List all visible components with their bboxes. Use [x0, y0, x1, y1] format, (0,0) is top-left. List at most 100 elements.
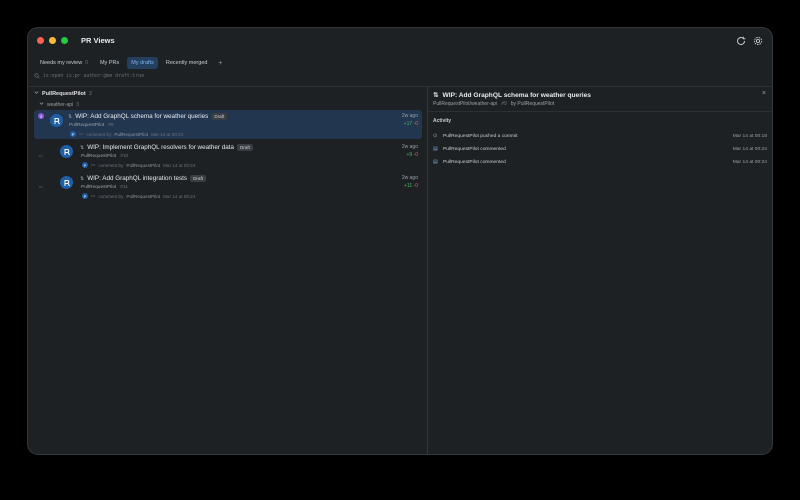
chevron-down-icon: [39, 101, 44, 108]
refresh-icon[interactable]: [735, 34, 747, 46]
additions: +9: [406, 152, 413, 158]
activity-time: Mar 14 at 00:24: [732, 146, 767, 152]
pr-author: PullRequestPilot: [81, 154, 117, 159]
comment-icon: ▤: [433, 146, 438, 152]
tab-needs-my-review[interactable]: Needs my review 0: [36, 57, 92, 69]
detail-pane: ⇅ WIP: Add GraphQL schema for weather qu…: [428, 86, 772, 454]
pr-author: PullRequestPilot: [69, 123, 105, 128]
activity-time: Mar 14 at 00:18: [732, 133, 767, 139]
app-title: PR Views: [81, 36, 115, 45]
repo-header[interactable]: weather-api 3: [39, 101, 79, 108]
detail-number: #9: [501, 101, 507, 107]
pr-meta: PullRequestPilot #11: [81, 185, 128, 190]
pr-last-comment: P ▭ comment by PullRequestPilot Mar 14 a…: [82, 193, 195, 199]
pr-title-line: ⇅ WIP: Add GraphQL schema for weather qu…: [68, 113, 228, 120]
pr-number: #11: [120, 185, 128, 190]
tab-label: My PRs: [99, 60, 120, 66]
tab-label: My drafts: [131, 60, 154, 66]
comment-icon: ▭: [79, 131, 84, 136]
comment-time: Mar 14 at 00:24: [151, 131, 184, 137]
pr-row[interactable]: 1d ⇅ WIP: Implement GraphQL resolvers fo…: [34, 141, 422, 170]
pr-title[interactable]: WIP: Add GraphQL schema for weather quer…: [75, 113, 208, 120]
comment-text: comment by: [98, 162, 124, 168]
gear-icon[interactable]: [752, 34, 764, 46]
chevron-down-icon: [34, 90, 39, 97]
comment-author: PullRequestPilot: [126, 162, 161, 168]
detail-title-text[interactable]: WIP: Add GraphQL schema for weather quer…: [443, 92, 591, 99]
comment-time: Mar 14 at 00:24: [163, 162, 196, 168]
comment-time: Mar 14 at 00:24: [163, 193, 196, 199]
activity-text: PullRequestPilot pushed a commit: [443, 133, 518, 139]
pr-title-line: ⇅ WIP: Implement GraphQL resolvers for w…: [80, 144, 253, 151]
pr-author: PullRequestPilot: [81, 185, 117, 190]
search-query: is:open is:pr author:@me draft:true: [43, 74, 145, 79]
pr-updated-ago: 2w ago: [401, 175, 418, 181]
repo-name: weather-api: [47, 101, 74, 108]
tab-recently-merged[interactable]: Recently merged: [162, 57, 212, 69]
additions: +11: [404, 183, 413, 189]
pr-number: #9: [108, 123, 114, 128]
avatar: P: [70, 131, 76, 137]
pr-row[interactable]: 1d ⇅ WIP: Add GraphQL integration tests …: [34, 172, 422, 201]
zoom-window-button[interactable]: [61, 37, 68, 44]
close-icon[interactable]: ×: [762, 90, 766, 97]
group-header[interactable]: PullRequestPilot 3: [34, 90, 92, 97]
view-tabs: Needs my review 0 My PRs My drafts Recen…: [36, 57, 226, 69]
avatar: P: [82, 193, 88, 199]
draft-badge: Draft: [236, 144, 253, 151]
pr-updated-ago: 2w ago: [401, 113, 418, 119]
pull-request-icon: ⇅: [68, 113, 73, 120]
pr-updated-ago: 2w ago: [401, 144, 418, 150]
detail-author: by PullRequestPilot: [510, 101, 555, 107]
activity-time: Mar 14 at 00:24: [732, 159, 767, 165]
activity-label: Activity: [433, 118, 452, 124]
pr-diff: +17 -0: [402, 121, 418, 127]
activity-item: ▤ PullRequestPilot commented Mar 14 at 0…: [433, 156, 767, 168]
pr-title[interactable]: WIP: Add GraphQL integration tests: [87, 175, 187, 182]
pr-meta: PullRequestPilot #9: [69, 123, 114, 128]
search-icon: [34, 72, 40, 81]
detail-repo[interactable]: PullRequestPilot/weather-api: [433, 101, 497, 107]
avatar: [60, 145, 73, 158]
avatar: [50, 114, 63, 127]
deletions: -0: [413, 183, 418, 189]
tab-label: Recently merged: [165, 60, 208, 66]
search-bar[interactable]: is:open is:pr author:@me draft:true: [34, 72, 144, 81]
group-name: PullRequestPilot: [42, 90, 86, 97]
pr-diff: +9 -0: [402, 152, 418, 158]
minimize-window-button[interactable]: [49, 37, 56, 44]
tab-label: Needs my review: [40, 60, 83, 66]
pr-title-line: ⇅ WIP: Add GraphQL integration tests Dra…: [80, 175, 207, 182]
detail-subtitle: PullRequestPilot/weather-api #9 by PullR…: [433, 101, 554, 107]
pr-row[interactable]: 3 ⇅ WIP: Add GraphQL schema for weather …: [34, 110, 422, 139]
comment-icon: ▭: [91, 193, 96, 198]
comment-author: PullRequestPilot: [114, 131, 149, 137]
pr-last-comment: P ▭ comment by PullRequestPilot Mar 14 a…: [70, 131, 183, 137]
tab-my-drafts[interactable]: My drafts: [127, 57, 158, 69]
title-bar: PR Views: [28, 28, 772, 54]
app-window: PR Views Needs my review 0 My PRs My dra…: [28, 28, 772, 454]
notification-badge: 3: [38, 113, 44, 119]
pr-number: #10: [120, 154, 129, 159]
comment-text: comment by: [98, 193, 124, 199]
avatar: [60, 176, 73, 189]
comment-author: PullRequestPilot: [126, 193, 161, 199]
detail-title: ⇅ WIP: Add GraphQL schema for weather qu…: [433, 91, 591, 100]
commit-icon: ⊙: [433, 133, 438, 139]
pr-last-comment: P ▭ comment by PullRequestPilot Mar 14 a…: [82, 162, 195, 168]
close-window-button[interactable]: [37, 37, 44, 44]
avatar: P: [82, 162, 88, 168]
pr-stats: 2w ago +11 -0: [402, 175, 418, 189]
repo-count: 3: [76, 101, 79, 108]
tab-my-prs[interactable]: My PRs: [96, 57, 123, 69]
status-label: 1d: [38, 153, 43, 158]
pr-title[interactable]: WIP: Implement GraphQL resolvers for wea…: [87, 144, 234, 151]
comment-icon: ▭: [91, 162, 96, 167]
pull-request-icon: ⇅: [80, 175, 85, 182]
detail-divider: [428, 111, 772, 112]
pr-diff: +11 -0: [402, 183, 418, 189]
pull-request-icon: ⇅: [433, 92, 439, 99]
add-view-button[interactable]: +: [215, 58, 225, 69]
group-count: 3: [88, 90, 92, 97]
draft-badge: Draft: [190, 175, 207, 182]
